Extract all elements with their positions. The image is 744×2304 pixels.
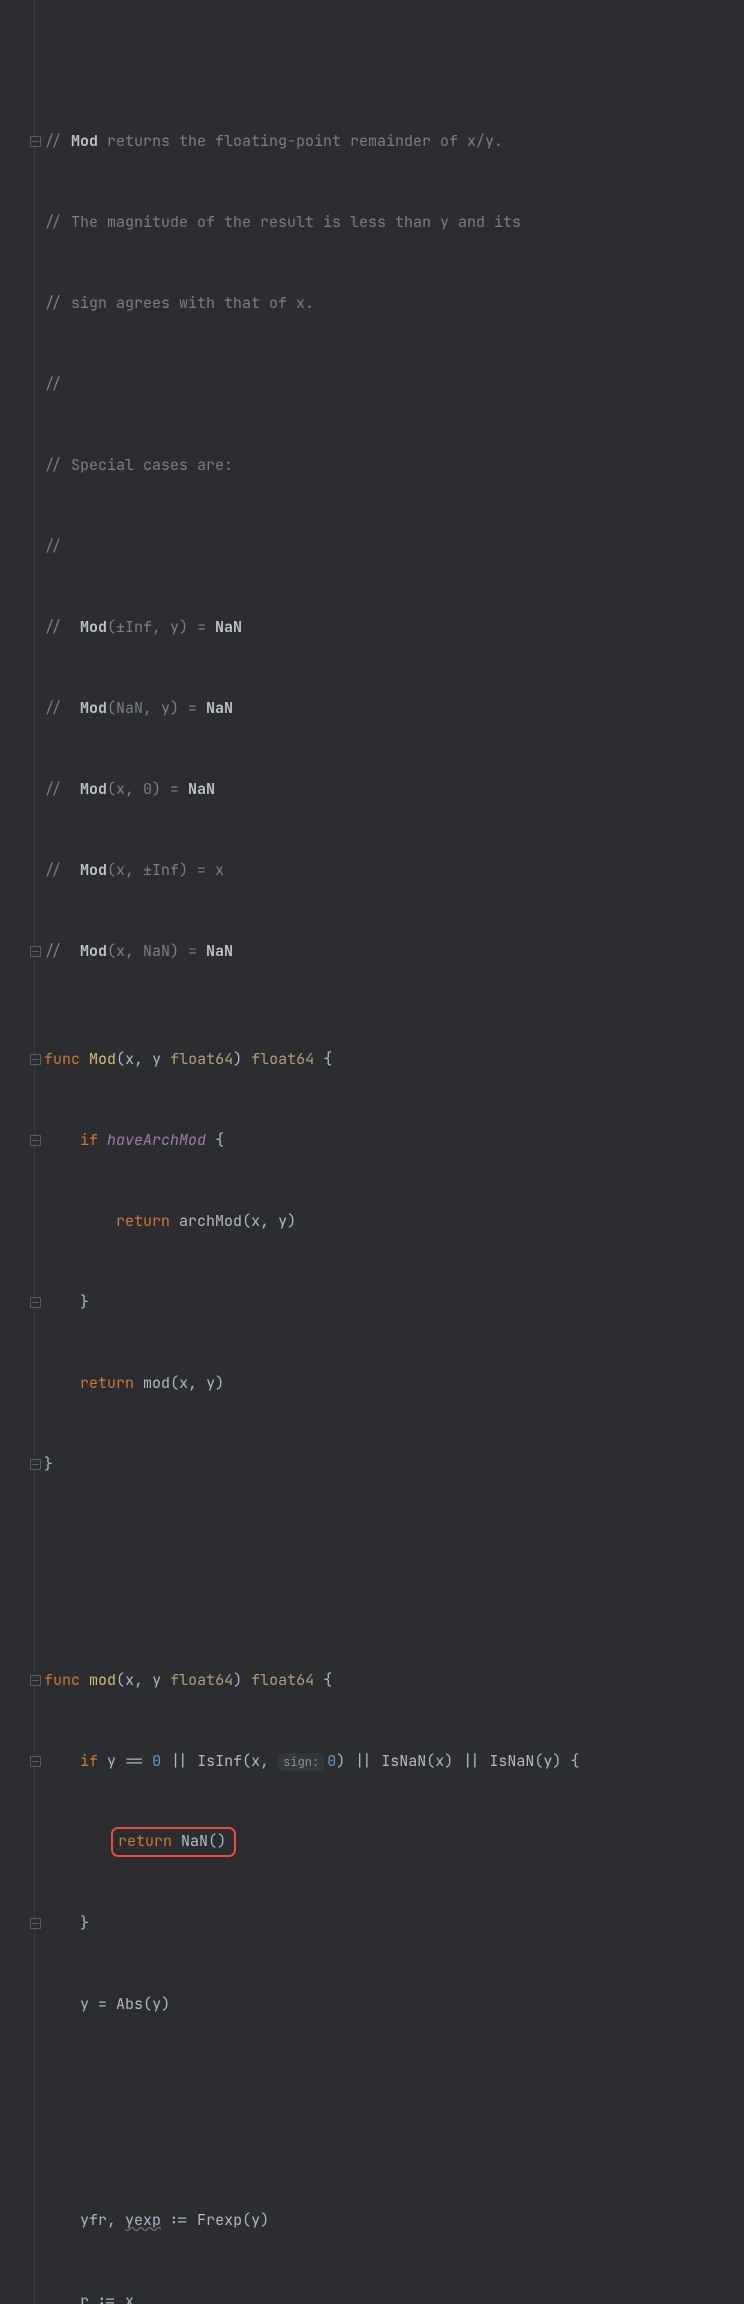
code-line: return NaN() [44, 1829, 744, 1856]
fold-icon[interactable] [30, 136, 41, 147]
type: float64 [170, 1670, 233, 1690]
keyword: if [80, 1751, 98, 1771]
code-line: // Mod(x, NaN) = NaN [44, 938, 744, 965]
comment: // Mod returns the floating-point remain… [44, 131, 503, 151]
code-line: return mod(x, y) [44, 1370, 744, 1397]
code-line: // Mod returns the floating-point remain… [44, 128, 744, 155]
gutter-rail [34, 0, 35, 2304]
code-line [44, 1559, 744, 1586]
comment: // sign agrees with that of x. [44, 293, 314, 313]
func-call: archMod [179, 1211, 242, 1231]
number: 0 [327, 1751, 336, 1771]
comment: // Mod(x, 0) = NaN [44, 779, 215, 799]
code-line: // The magnitude of the result is less t… [44, 209, 744, 236]
func-name: Mod [89, 1049, 116, 1069]
func-call: NaN [181, 1831, 208, 1851]
warn-ident: yexp [125, 2210, 161, 2230]
func-call: IsInf [197, 1751, 242, 1771]
code-line: // sign agrees with that of x. [44, 290, 744, 317]
func-call: Frexp [197, 2210, 242, 2230]
code-line: } [44, 1451, 744, 1478]
code-line: if y == 0 || IsInf(x, sign:0) || IsNaN(x… [44, 1748, 744, 1775]
code-line: } [44, 1289, 744, 1316]
type: float64 [251, 1670, 314, 1690]
fold-icon[interactable] [30, 1135, 41, 1146]
comment: // Mod(x, NaN) = NaN [44, 941, 233, 961]
comment: // [44, 536, 62, 556]
code-line: func Mod(x, y float64) float64 { [44, 1046, 744, 1073]
func-call: Abs [116, 1994, 143, 2014]
keyword: func [44, 1049, 80, 1069]
code-line: return archMod(x, y) [44, 1208, 744, 1235]
comment: // [44, 374, 62, 394]
fold-icon[interactable] [30, 1918, 41, 1929]
code-line: } [44, 1910, 744, 1937]
keyword: return [80, 1373, 134, 1393]
keyword: return [118, 1831, 172, 1851]
code-line: // Mod(x, ±Inf) = x [44, 857, 744, 884]
keyword: return [116, 1211, 170, 1231]
fold-icon[interactable] [30, 1297, 41, 1308]
func-name: mod [89, 1670, 116, 1690]
keyword: if [80, 1130, 98, 1150]
code-editor[interactable]: // Mod returns the floating-point remain… [0, 0, 744, 2304]
comment: // Mod(x, ±Inf) = x [44, 860, 224, 880]
comment: // The magnitude of the result is less t… [44, 212, 521, 232]
code-line: y = Abs(y) [44, 1991, 744, 2018]
type: float64 [251, 1049, 314, 1069]
comment: // Mod(NaN, y) = NaN [44, 698, 233, 718]
inline-hint: sign: [278, 1753, 324, 1771]
fold-icon[interactable] [30, 1756, 41, 1767]
code-line: // Mod(NaN, y) = NaN [44, 695, 744, 722]
comment: // Mod(±Inf, y) = NaN [44, 617, 242, 637]
code-line: func mod(x, y float64) float64 { [44, 1667, 744, 1694]
func-call: IsNaN [381, 1751, 426, 1771]
comment: // Special cases are: [44, 455, 233, 475]
code-line [44, 2099, 744, 2126]
fold-icon[interactable] [30, 1675, 41, 1686]
highlight-rectangle: return NaN() [111, 1827, 236, 1857]
fold-icon[interactable] [30, 1459, 41, 1470]
fold-icon[interactable] [30, 946, 41, 957]
identifier: haveArchMod [107, 1130, 206, 1150]
number: 0 [152, 1751, 161, 1771]
func-call: IsNaN [489, 1751, 534, 1771]
keyword: func [44, 1670, 80, 1690]
code-line: // Special cases are: [44, 452, 744, 479]
code-line: // [44, 371, 744, 398]
fold-icon[interactable] [30, 1054, 41, 1065]
code-line: yfr, yexp := Frexp(y) [44, 2207, 744, 2234]
func-call: mod [143, 1373, 170, 1393]
type: float64 [170, 1049, 233, 1069]
code-line: // Mod(x, 0) = NaN [44, 776, 744, 803]
code-line: r := x [44, 2288, 744, 2304]
code-line: // Mod(±Inf, y) = NaN [44, 614, 744, 641]
code-line: // [44, 533, 744, 560]
code-line: if haveArchMod { [44, 1127, 744, 1154]
